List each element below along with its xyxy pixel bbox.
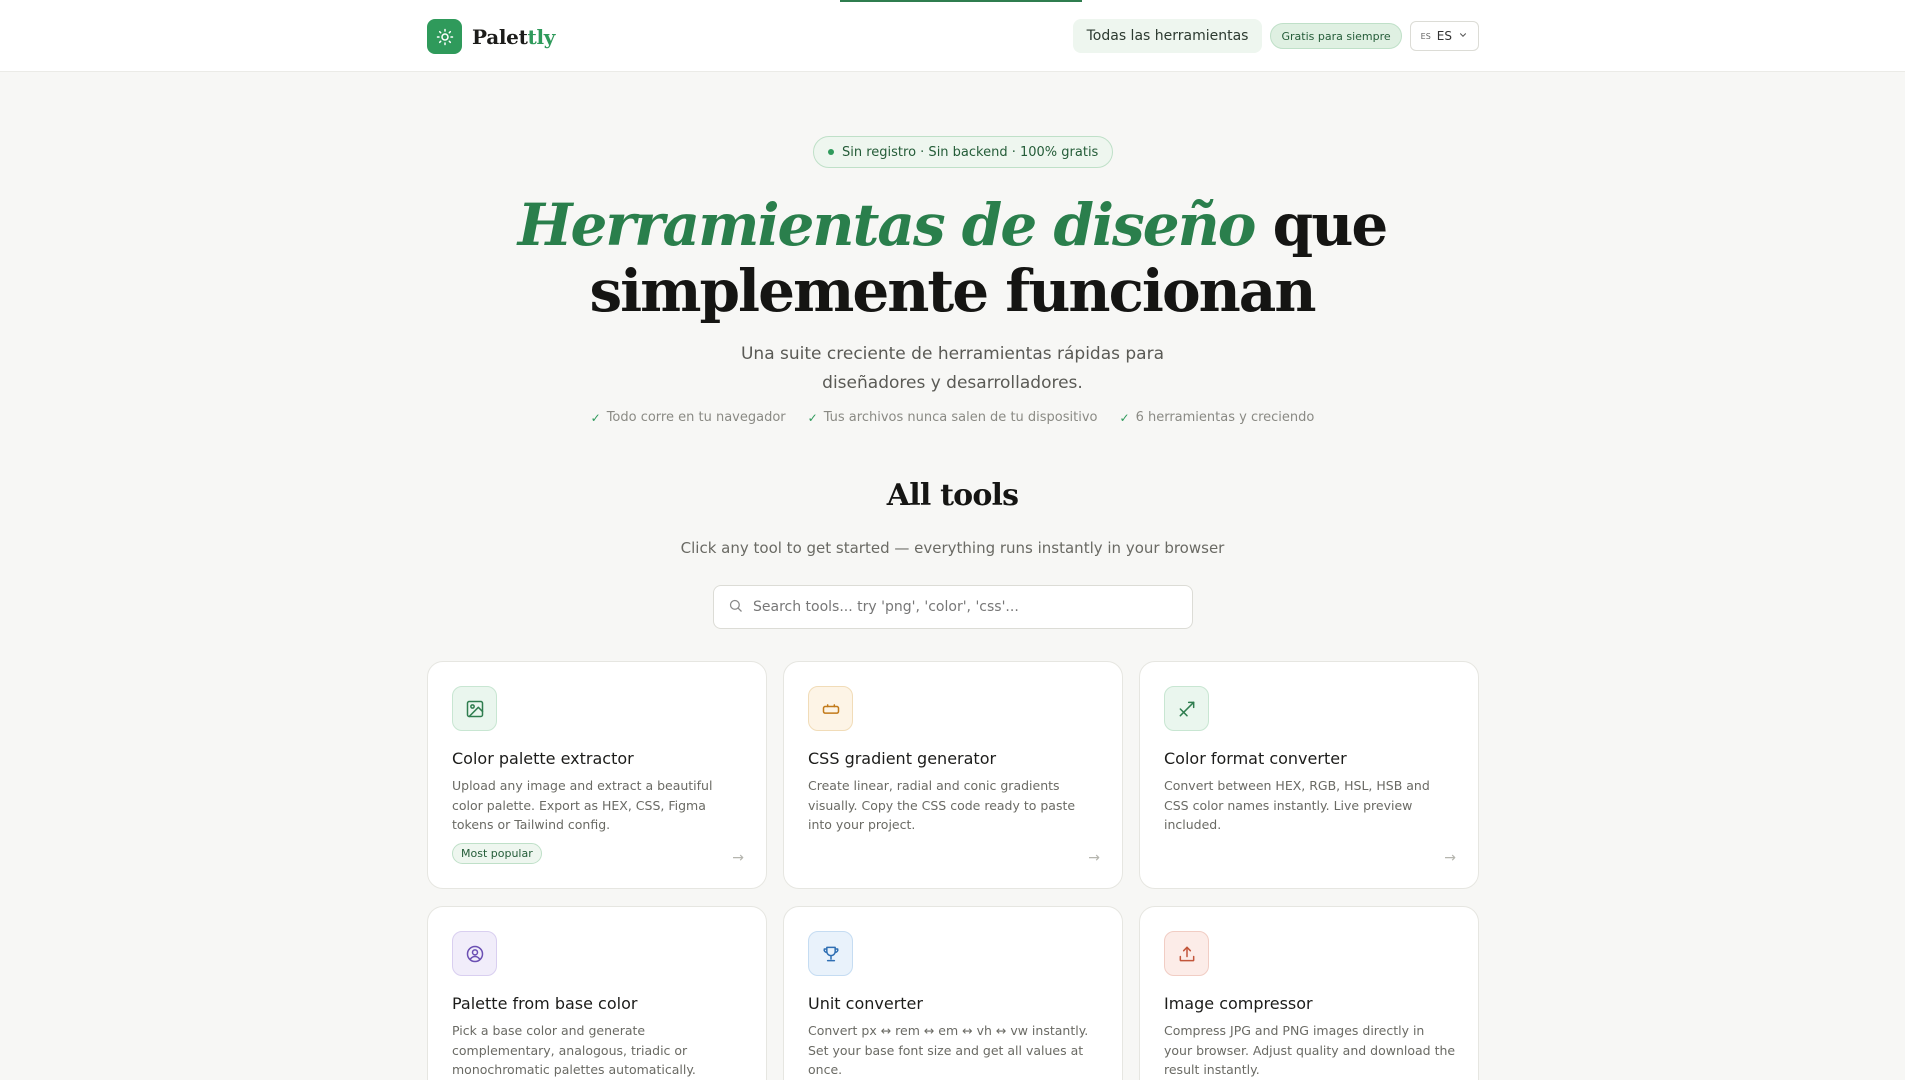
tool-card-css-gradient-generator[interactable]: CSS gradient generator Create linear, ra… [783, 661, 1123, 889]
most-popular-badge: Most popular [452, 843, 542, 864]
language-selector[interactable]: ES ES [1409, 21, 1479, 51]
hero-subtitle: Una suite creciente de herramientas rápi… [740, 344, 1165, 393]
free-forever-badge: Gratis para siempre [1270, 23, 1402, 49]
tool-card-image-compressor[interactable]: Image compressor Compress JPG and PNG im… [1139, 906, 1479, 1080]
image-icon [452, 686, 497, 731]
feature-check-item: ✓ 6 herramientas y creciendo [1119, 410, 1315, 425]
check-icon: ✓ [590, 410, 601, 425]
page-progress-bar [840, 0, 1082, 2]
tool-card-title: Color palette extractor [452, 749, 634, 768]
all-tools-link[interactable]: Todas las herramientas [1072, 19, 1263, 53]
arrow-right-icon: → [1444, 850, 1456, 866]
gradient-icon [808, 686, 853, 731]
tool-card-description: Create linear, radial and conic gradient… [808, 778, 1076, 832]
tool-card-title: Palette from base color [452, 994, 638, 1013]
tool-card-description: Compress JPG and PNG images directly in … [1164, 1023, 1456, 1077]
section-subtitle: Click any tool to get started — everythi… [680, 539, 1225, 557]
tool-card-description: Convert px ↔ rem ↔ em ↔ vh ↔ vw instantl… [808, 1023, 1089, 1077]
tool-card-palette-from-base-color[interactable]: Palette from base color Pick a base colo… [427, 906, 767, 1080]
check-icon: ✓ [807, 410, 818, 425]
search-icon [728, 598, 743, 617]
arrow-right-icon: → [732, 850, 744, 866]
convert-arrow-icon [1164, 686, 1209, 731]
check-icon: ✓ [1119, 410, 1130, 425]
feature-check-item: ✓ Todo corre en tu navegador [590, 410, 786, 425]
tool-card-color-format-converter[interactable]: Color format converter Convert between H… [1139, 661, 1479, 889]
feature-checks: ✓ Todo corre en tu navegador ✓ Tus archivo… [0, 410, 1905, 425]
user-circle-icon [452, 931, 497, 976]
hero-badge: Sin registro · Sin backend · 100% gratis [813, 136, 1114, 168]
header-nav: Todas las herramientas Gratis para siemp… [1072, 19, 1479, 53]
arrow-right-icon: → [1088, 850, 1100, 866]
upload-icon [1164, 931, 1209, 976]
brand-logo-link[interactable]: Palettly [427, 19, 555, 54]
hero-headline: Herramientas de diseño que simplemente f… [402, 192, 1502, 324]
sun-icon [427, 19, 462, 54]
language-flag-icon: ES [1420, 31, 1431, 41]
status-dot-icon [828, 149, 834, 155]
language-label: ES [1436, 29, 1452, 43]
tool-card-description: Pick a base color and generate complemen… [452, 1023, 696, 1077]
hero-badge-text: Sin registro · Sin backend · 100% gratis [842, 144, 1099, 160]
search-box[interactable] [713, 585, 1193, 629]
feature-check-item: ✓ Tus archivos nunca salen de tu disposit… [807, 410, 1098, 425]
tool-card-unit-converter[interactable]: Unit converter Convert px ↔ rem ↔ em ↔ v… [783, 906, 1123, 1080]
brand-name: Palettly [472, 24, 556, 49]
trophy-icon [808, 931, 853, 976]
top-navbar: Palettly Todas las herramientas Gratis p… [0, 0, 1905, 72]
chevron-down-icon [1458, 29, 1468, 43]
tool-card-title: Image compressor [1164, 994, 1313, 1013]
search-input[interactable] [753, 599, 1173, 615]
tool-card-description: Convert between HEX, RGB, HSL, HSB and C… [1164, 778, 1430, 832]
tool-card-description: Upload any image and extract a beautiful… [452, 778, 713, 832]
tool-card-color-palette-extractor[interactable]: Color palette extractor Upload any image… [427, 661, 767, 889]
tool-card-title: CSS gradient generator [808, 749, 997, 768]
tool-card-title: Unit converter [808, 994, 923, 1013]
tool-card-title: Color format converter [1164, 749, 1347, 768]
headline-accent: Herramientas de diseño [517, 191, 1257, 259]
section-title: All tools [886, 478, 1019, 513]
